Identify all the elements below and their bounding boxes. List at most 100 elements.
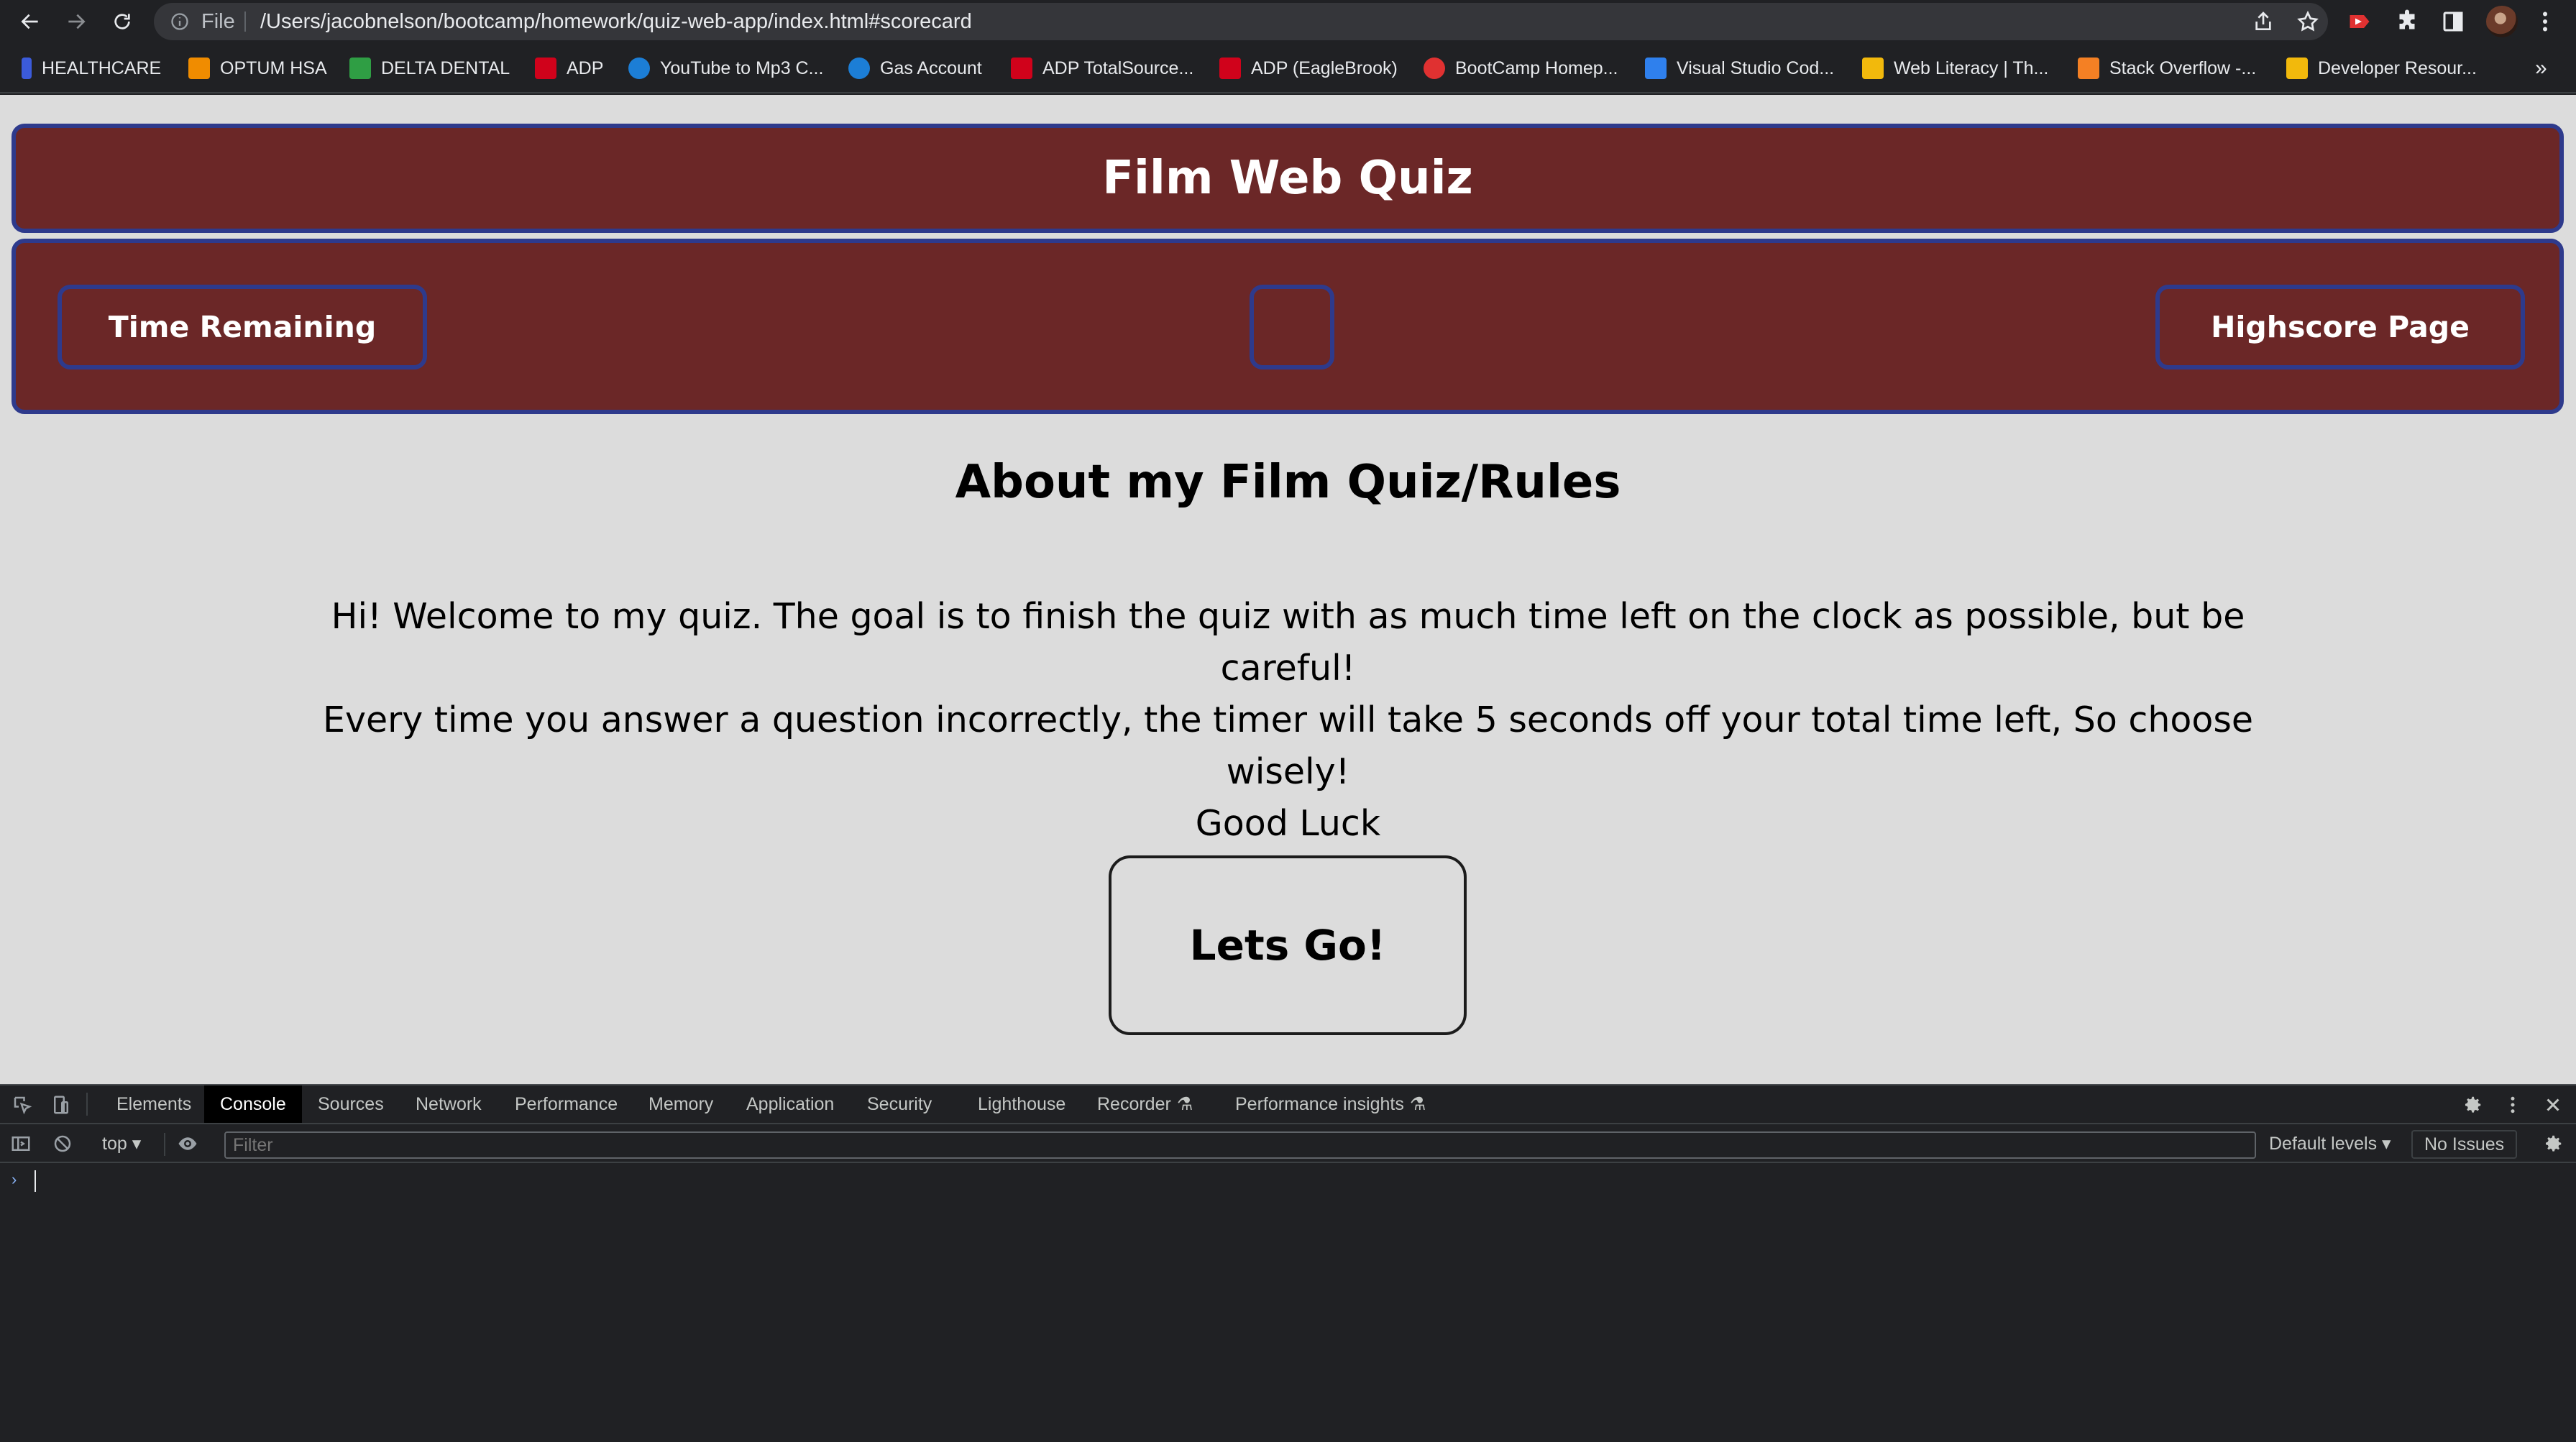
bookmark-item[interactable]: OPTUM HSA (188, 55, 327, 82)
page-viewport: Film Web Quiz Time Remaining Highscore P… (0, 95, 2576, 1084)
bookmark-label: ADP (EagleBrook) (1251, 58, 1398, 78)
tab-performance-insights[interactable]: Performance insights ⚗ (1219, 1085, 1441, 1123)
console-filter-input[interactable] (224, 1131, 2256, 1159)
bookmark-favicon-icon (188, 58, 210, 79)
url-text[interactable]: /Users/jacobnelson/bootcamp/homework/qui… (260, 10, 972, 34)
bookmark-label: HEALTHCARE (42, 58, 162, 78)
quiz-nav-bar: Time Remaining Highscore Page (12, 239, 2564, 414)
browser-toolbar: File /Users/jacobnelson/bootcamp/homewor… (0, 0, 2576, 43)
bookmark-label: Developer Resour... (2318, 58, 2477, 78)
context-selector[interactable]: top ▾ (102, 1133, 141, 1154)
bookmark-item[interactable]: HEALTHCARE (22, 55, 161, 82)
bookmark-label: Stack Overflow -... (2109, 58, 2257, 78)
tab-performance[interactable]: Performance (499, 1085, 633, 1123)
about-heading: About my Film Quiz/Rules (955, 456, 1621, 509)
tab-sources[interactable]: Sources (302, 1085, 400, 1123)
tab-recorder-label: Recorder (1097, 1094, 1171, 1114)
bookmark-label: ADP TotalSource... (1042, 58, 1194, 78)
toolbar-divider (164, 1133, 165, 1156)
bookmark-item[interactable]: Stack Overflow -... (2078, 55, 2256, 82)
bookmark-favicon-icon (2078, 58, 2099, 79)
tab-application[interactable]: Application (730, 1085, 850, 1123)
inspect-element-icon[interactable] (12, 1094, 33, 1116)
bookmark-favicon-icon (1645, 58, 1667, 79)
bookmark-item[interactable]: ADP (EagleBrook) (1219, 55, 1398, 82)
sidebar-toggle-icon[interactable] (10, 1133, 32, 1154)
tab-lighthouse[interactable]: Lighthouse (962, 1085, 1081, 1123)
bookmark-label: Web Literacy | Th... (1894, 58, 2049, 78)
bookmark-item[interactable]: BootCamp Homep... (1424, 55, 1618, 82)
side-panel-icon[interactable] (2440, 9, 2466, 35)
rules-line: Every time you answer a question incorre… (322, 699, 2254, 792)
bookmark-favicon-icon (535, 58, 556, 79)
bookmark-label: YouTube to Mp3 C... (660, 58, 824, 78)
bookmark-favicon-icon (349, 58, 371, 79)
bookmark-label: BootCamp Homep... (1455, 58, 1618, 78)
tab-console[interactable]: Console (204, 1085, 302, 1123)
experiment-flask-icon: ⚗ (1409, 1094, 1426, 1114)
more-options-icon[interactable] (2502, 1094, 2524, 1116)
profile-avatar[interactable] (2486, 6, 2518, 37)
omnibox-divider (244, 12, 246, 32)
bookmark-label: Visual Studio Cod... (1677, 58, 1835, 78)
bookmarks-bar: HEALTHCARE OPTUM HSA DELTA DENTAL ADP Yo… (0, 43, 2576, 93)
bookmark-label: OPTUM HSA (220, 58, 327, 78)
console-input-caret[interactable] (35, 1170, 36, 1192)
settings-gear-icon[interactable] (2462, 1094, 2483, 1116)
tab-network[interactable]: Network (400, 1085, 498, 1123)
clear-console-icon[interactable] (52, 1133, 73, 1154)
back-icon[interactable] (13, 4, 47, 39)
bookmark-favicon-icon (628, 58, 650, 79)
bookmark-item[interactable]: ADP TotalSource... (1011, 55, 1193, 82)
file-scheme-label: File (201, 10, 235, 33)
bookmark-star-icon[interactable] (2296, 10, 2319, 33)
bookmark-favicon-icon (1011, 58, 1032, 79)
close-devtools-icon[interactable] (2542, 1094, 2564, 1116)
tab-elements[interactable]: Elements (101, 1085, 207, 1123)
log-levels-dropdown[interactable]: Default levels ▾ (2269, 1133, 2391, 1154)
info-icon[interactable] (170, 12, 190, 32)
toolbar-divider (86, 1093, 88, 1116)
context-label: top (102, 1134, 127, 1154)
tab-recorder[interactable]: Recorder ⚗ (1081, 1085, 1209, 1123)
highscore-page-link[interactable]: Highscore Page (2155, 285, 2525, 369)
page-title: Film Web Quiz (1102, 152, 1473, 205)
extensions-puzzle-icon[interactable] (2394, 9, 2420, 35)
tab-memory[interactable]: Memory (633, 1085, 729, 1123)
forward-icon[interactable] (59, 4, 93, 39)
bookmarks-overflow-icon[interactable]: » (2535, 56, 2547, 81)
bookmark-item[interactable]: Visual Studio Cod... (1645, 55, 1834, 82)
extension-red-icon[interactable] (2347, 9, 2373, 35)
share-icon[interactable] (2252, 10, 2275, 33)
reload-icon[interactable] (105, 4, 139, 39)
tab-security[interactable]: Security (851, 1085, 948, 1123)
devtools-tab-bar: Elements Console Sources Network Perform… (0, 1085, 2576, 1124)
console-settings-gear-icon[interactable] (2542, 1133, 2564, 1154)
bookmark-item[interactable]: Web Literacy | Th... (1862, 55, 2048, 82)
quiz-header: Film Web Quiz (12, 124, 2564, 233)
time-remaining-label: Time Remaining (58, 285, 427, 369)
bookmark-favicon-icon (1862, 58, 1884, 79)
bookmark-label: ADP (567, 58, 604, 78)
rules-line: Hi! Welcome to my quiz. The goal is to f… (331, 596, 2245, 689)
tab-performance-insights-label: Performance insights (1235, 1094, 1404, 1114)
bookmark-label: DELTA DENTAL (381, 58, 510, 78)
bookmark-item[interactable]: Gas Account (848, 55, 982, 82)
console-toolbar: top ▾ Default levels ▾ No Issues (0, 1126, 2576, 1163)
bookmark-favicon-icon (2286, 58, 2308, 79)
address-bar[interactable]: File /Users/jacobnelson/bootcamp/homewor… (154, 3, 2328, 40)
start-quiz-button[interactable]: Lets Go! (1109, 855, 1467, 1035)
live-expression-eye-icon[interactable] (177, 1133, 198, 1154)
bookmark-item[interactable]: ADP (535, 55, 603, 82)
device-toolbar-icon[interactable] (50, 1094, 72, 1116)
bookmark-favicon-icon (848, 58, 870, 79)
bookmark-favicon-icon (22, 58, 32, 79)
bookmark-item[interactable]: YouTube to Mp3 C... (628, 55, 823, 82)
chrome-menu-icon[interactable] (2532, 7, 2558, 36)
bookmark-favicon-icon (1424, 58, 1445, 79)
bookmark-item[interactable]: Developer Resour... (2286, 55, 2477, 82)
bookmark-favicon-icon (1219, 58, 1241, 79)
issues-badge[interactable]: No Issues (2411, 1130, 2518, 1159)
bookmark-item[interactable]: DELTA DENTAL (349, 55, 510, 82)
log-levels-label: Default levels (2269, 1134, 2378, 1154)
